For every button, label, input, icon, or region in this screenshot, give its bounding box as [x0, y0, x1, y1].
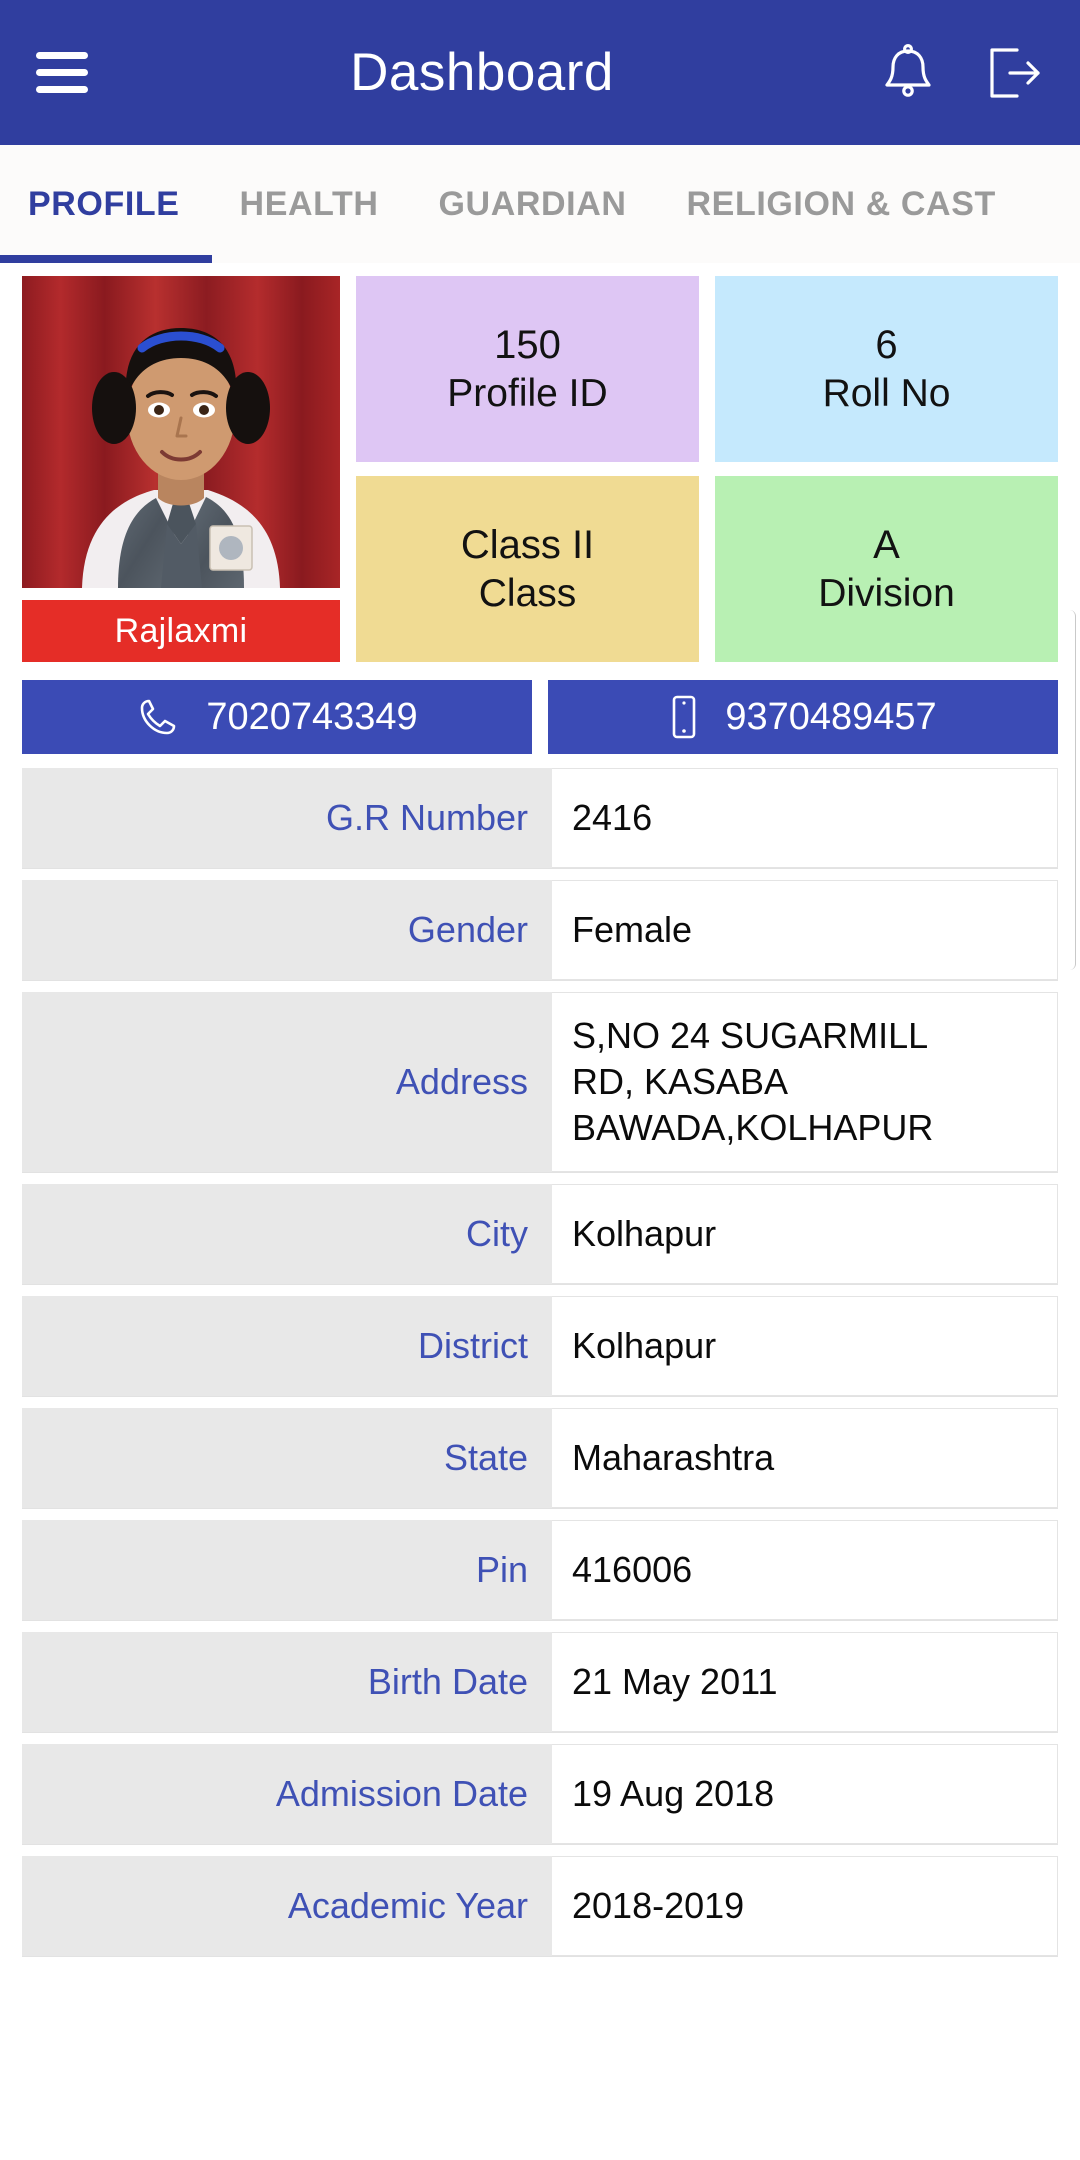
student-name-badge[interactable]: Rajlaxmi — [22, 600, 340, 662]
table-row: Gender Female — [22, 880, 1058, 980]
detail-label-address: Address — [22, 992, 552, 1172]
profile-content: Rajlaxmi 150 Profile ID 6 Roll No Class … — [0, 263, 1080, 1956]
contact-buttons: 7020743349 9370489457 — [0, 662, 1080, 754]
card-roll-no[interactable]: 6 Roll No — [715, 276, 1058, 462]
bell-icon[interactable] — [878, 42, 938, 104]
table-row: Admission Date 19 Aug 2018 — [22, 1744, 1058, 1844]
table-row: Academic Year 2018-2019 — [22, 1856, 1058, 1956]
card-class[interactable]: Class II Class — [356, 476, 699, 662]
detail-value-admission-date: 19 Aug 2018 — [552, 1744, 1058, 1844]
detail-label-district: District — [22, 1296, 552, 1396]
table-row: Pin 416006 — [22, 1520, 1058, 1620]
app-bar-actions — [878, 42, 1044, 104]
detail-label-gr-number: G.R Number — [22, 768, 552, 868]
tab-profile[interactable]: PROFILE — [0, 145, 211, 263]
tab-health[interactable]: HEALTH — [240, 145, 379, 263]
card-division-value: A — [873, 522, 900, 567]
card-class-label: Class — [478, 571, 577, 615]
app-screen: Dashboard PROFILE HEALTH GUARDIAN RELIGI… — [0, 0, 1080, 2160]
student-photo-graphic — [22, 276, 340, 588]
detail-value-city: Kolhapur — [552, 1184, 1058, 1284]
detail-label-birth-date: Birth Date — [22, 1632, 552, 1732]
landline-number: 7020743349 — [206, 695, 418, 738]
detail-label-state: State — [22, 1408, 552, 1508]
hamburger-bar — [36, 52, 88, 59]
mobile-number: 9370489457 — [725, 695, 937, 738]
hamburger-bar — [36, 86, 88, 93]
detail-value-address: S,NO 24 SUGARMILL RD, KASABA BAWADA,KOLH… — [552, 992, 1058, 1172]
table-row: State Maharashtra — [22, 1408, 1058, 1508]
detail-value-birth-date: 21 May 2011 — [552, 1632, 1058, 1732]
table-row: District Kolhapur — [22, 1296, 1058, 1396]
profile-summary: Rajlaxmi 150 Profile ID 6 Roll No Class … — [0, 263, 1080, 662]
detail-list: G.R Number 2416 Gender Female Address S,… — [0, 754, 1080, 1956]
card-profile-id-value: 150 — [494, 322, 561, 367]
detail-label-academic-year: Academic Year — [22, 1856, 552, 1956]
detail-value-district: Kolhapur — [552, 1296, 1058, 1396]
detail-label-gender: Gender — [22, 880, 552, 980]
student-photo — [22, 276, 340, 588]
detail-value-pin: 416006 — [552, 1520, 1058, 1620]
logout-icon[interactable] — [984, 42, 1044, 104]
tab-religion-cast[interactable]: RELIGION & CAST — [687, 145, 996, 263]
card-roll-no-label: Roll No — [822, 371, 951, 415]
card-profile-id-label: Profile ID — [447, 371, 608, 415]
app-bar: Dashboard — [0, 0, 1080, 145]
info-card-grid: 150 Profile ID 6 Roll No Class II Class … — [356, 276, 1058, 662]
card-roll-no-value: 6 — [875, 322, 898, 367]
detail-label-city: City — [22, 1184, 552, 1284]
table-row: City Kolhapur — [22, 1184, 1058, 1284]
tab-bar: PROFILE HEALTH GUARDIAN RELIGION & CAST — [0, 145, 1080, 263]
detail-label-pin: Pin — [22, 1520, 552, 1620]
card-division[interactable]: A Division — [715, 476, 1058, 662]
table-row: G.R Number 2416 — [22, 768, 1058, 868]
page-title: Dashboard — [350, 43, 614, 102]
phone-handset-icon — [136, 695, 180, 739]
detail-value-state: Maharashtra — [552, 1408, 1058, 1508]
detail-label-admission-date: Admission Date — [22, 1744, 552, 1844]
detail-value-gender: Female — [552, 880, 1058, 980]
table-row: Birth Date 21 May 2011 — [22, 1632, 1058, 1732]
call-mobile-button[interactable]: 9370489457 — [548, 680, 1058, 754]
card-profile-id[interactable]: 150 Profile ID — [356, 276, 699, 462]
hamburger-bar — [36, 69, 88, 76]
mobile-phone-icon — [669, 694, 699, 740]
table-row: Address S,NO 24 SUGARMILL RD, KASABA BAW… — [22, 992, 1058, 1172]
card-division-label: Division — [818, 571, 955, 615]
detail-value-academic-year: 2018-2019 — [552, 1856, 1058, 1956]
photo-column: Rajlaxmi — [22, 276, 340, 662]
tab-guardian[interactable]: GUARDIAN — [439, 145, 627, 263]
card-class-value: Class II — [460, 522, 595, 567]
detail-value-gr-number: 2416 — [552, 768, 1058, 868]
call-landline-button[interactable]: 7020743349 — [22, 680, 532, 754]
